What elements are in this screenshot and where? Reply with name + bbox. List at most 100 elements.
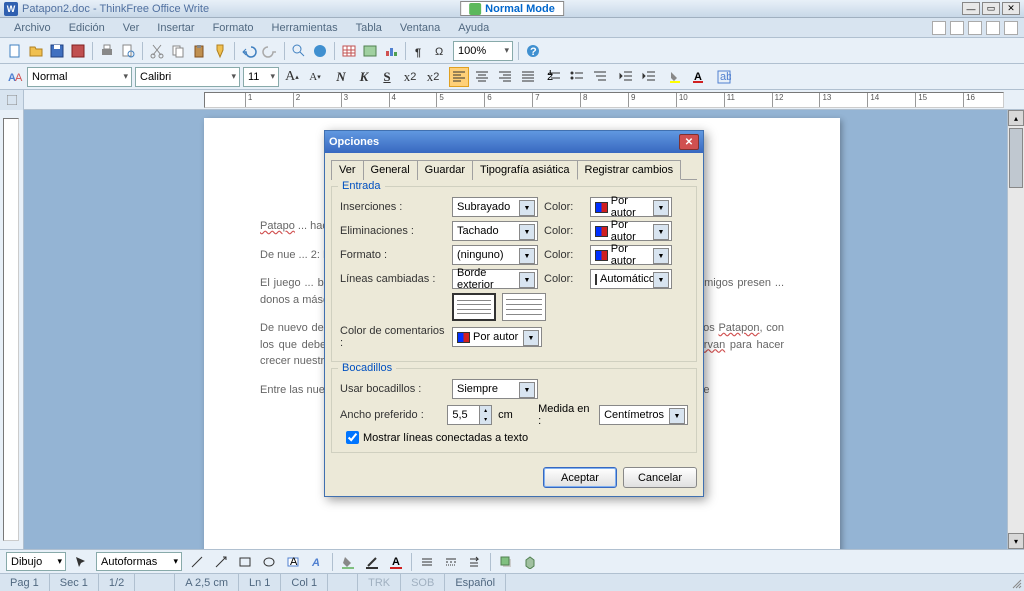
ancho-spinner[interactable]: 5,5▴▾ bbox=[447, 405, 492, 425]
scroll-up-button[interactable]: ▴ bbox=[1008, 110, 1024, 126]
ruler-scale[interactable]: 1 2 3 4 5 6 7 8 9 10 11 12 13 14 15 16 bbox=[204, 92, 1004, 108]
line-color-icon[interactable] bbox=[363, 553, 381, 571]
eliminaciones-select[interactable]: Tachado bbox=[452, 221, 538, 241]
decrease-font-icon[interactable]: A▾ bbox=[305, 67, 325, 87]
view-mode-5[interactable] bbox=[1004, 21, 1018, 35]
font-color-button[interactable]: A bbox=[688, 67, 708, 87]
paragraph-marks-icon[interactable]: ¶ bbox=[411, 42, 429, 60]
line-width-icon[interactable] bbox=[418, 553, 436, 571]
cancel-button[interactable]: Cancelar bbox=[623, 467, 697, 488]
close-button[interactable]: ✕ bbox=[1002, 2, 1020, 15]
dibujo-select[interactable]: Dibujo bbox=[6, 552, 66, 571]
menu-ventana[interactable]: Ventana bbox=[392, 20, 448, 36]
comentarios-color-select[interactable]: Por autor bbox=[452, 327, 542, 347]
superscript-button[interactable]: x2 bbox=[400, 67, 420, 87]
tab-general[interactable]: General bbox=[363, 160, 418, 180]
highlight-color-button[interactable] bbox=[665, 67, 685, 87]
menu-formato[interactable]: Formato bbox=[205, 20, 262, 36]
formato-color-select[interactable]: Por autor bbox=[590, 245, 672, 265]
menu-herramientas[interactable]: Herramientas bbox=[264, 20, 346, 36]
status-sob[interactable]: SOB bbox=[401, 574, 445, 591]
dialog-close-button[interactable]: ✕ bbox=[679, 134, 699, 150]
font-color-icon[interactable]: A bbox=[387, 553, 405, 571]
line-style-icon[interactable] bbox=[442, 553, 460, 571]
rect-shape-icon[interactable] bbox=[236, 553, 254, 571]
multilevel-list-button[interactable] bbox=[590, 67, 610, 87]
dialog-titlebar[interactable]: Opciones ✕ bbox=[325, 131, 703, 153]
help-icon[interactable]: ? bbox=[524, 42, 542, 60]
formato-select[interactable]: (ninguno) bbox=[452, 245, 538, 265]
cut-icon[interactable] bbox=[148, 42, 166, 60]
print-icon[interactable] bbox=[98, 42, 116, 60]
copy-icon[interactable] bbox=[169, 42, 187, 60]
char-format-button[interactable]: abc bbox=[714, 67, 734, 87]
style-select[interactable]: Normal bbox=[27, 67, 132, 87]
paste-icon[interactable] bbox=[190, 42, 208, 60]
inserciones-select[interactable]: Subrayado bbox=[452, 197, 538, 217]
tab-guardar[interactable]: Guardar bbox=[417, 160, 473, 180]
shadow-icon[interactable] bbox=[497, 553, 515, 571]
minimize-button[interactable]: — bbox=[962, 2, 980, 15]
format-painter-icon[interactable] bbox=[211, 42, 229, 60]
scroll-thumb[interactable] bbox=[1009, 128, 1023, 188]
font-size-select[interactable]: 11 bbox=[243, 67, 279, 87]
bold-button[interactable]: N bbox=[331, 67, 351, 87]
zoom-select[interactable]: 100% bbox=[453, 41, 513, 61]
menu-archivo[interactable]: Archivo bbox=[6, 20, 59, 36]
hyperlink-icon[interactable] bbox=[311, 42, 329, 60]
tab-registrar-cambios[interactable]: Registrar cambios bbox=[577, 160, 682, 180]
inserciones-color-select[interactable]: Por autor bbox=[590, 197, 672, 217]
bullet-list-button[interactable] bbox=[567, 67, 587, 87]
preview-right-border[interactable] bbox=[502, 293, 546, 321]
view-mode-4[interactable] bbox=[986, 21, 1000, 35]
arrow-style-icon[interactable] bbox=[466, 553, 484, 571]
align-justify-button[interactable] bbox=[518, 67, 538, 87]
menu-ayuda[interactable]: Ayuda bbox=[450, 20, 497, 36]
save-as-icon[interactable] bbox=[69, 42, 87, 60]
insert-chart-icon[interactable] bbox=[382, 42, 400, 60]
increase-font-icon[interactable]: A▴ bbox=[282, 67, 302, 87]
align-left-button[interactable] bbox=[449, 67, 469, 87]
menu-edicion[interactable]: Edición bbox=[61, 20, 113, 36]
align-right-button[interactable] bbox=[495, 67, 515, 87]
italic-button[interactable]: K bbox=[354, 67, 374, 87]
lineas-select[interactable]: Borde exterior bbox=[452, 269, 538, 289]
print-preview-icon[interactable] bbox=[119, 42, 137, 60]
insert-table-icon[interactable] bbox=[340, 42, 358, 60]
resize-grip-icon[interactable] bbox=[1008, 575, 1024, 591]
scroll-down-button[interactable]: ▾ bbox=[1008, 533, 1024, 549]
status-language[interactable]: Español bbox=[445, 574, 506, 591]
redo-icon[interactable] bbox=[261, 42, 279, 60]
increase-indent-button[interactable] bbox=[639, 67, 659, 87]
line-shape-icon[interactable] bbox=[188, 553, 206, 571]
open-icon[interactable] bbox=[27, 42, 45, 60]
menu-tabla[interactable]: Tabla bbox=[348, 20, 390, 36]
styles-panel-icon[interactable]: AA bbox=[6, 68, 24, 86]
lineas-color-select[interactable]: Automático bbox=[590, 269, 672, 289]
view-mode-1[interactable] bbox=[932, 21, 946, 35]
find-icon[interactable] bbox=[290, 42, 308, 60]
medida-select[interactable]: Centímetros bbox=[599, 405, 688, 425]
eliminaciones-color-select[interactable]: Por autor bbox=[590, 221, 672, 241]
fill-color-icon[interactable] bbox=[339, 553, 357, 571]
wordart-icon[interactable]: A bbox=[308, 553, 326, 571]
vertical-scrollbar[interactable]: ▴ ▾ bbox=[1007, 110, 1024, 549]
underline-button[interactable]: S bbox=[377, 67, 397, 87]
status-trk[interactable]: TRK bbox=[358, 574, 401, 591]
textbox-icon[interactable]: A bbox=[284, 553, 302, 571]
save-icon[interactable] bbox=[48, 42, 66, 60]
align-center-button[interactable] bbox=[472, 67, 492, 87]
usar-bocadillos-select[interactable]: Siempre bbox=[452, 379, 538, 399]
ok-button[interactable]: Aceptar bbox=[543, 467, 617, 488]
undo-icon[interactable] bbox=[240, 42, 258, 60]
subscript-button[interactable]: x2 bbox=[423, 67, 443, 87]
insert-image-icon[interactable] bbox=[361, 42, 379, 60]
autoformas-select[interactable]: Autoformas bbox=[96, 552, 182, 571]
font-select[interactable]: Calibri bbox=[135, 67, 240, 87]
special-char-icon[interactable]: Ω bbox=[432, 42, 450, 60]
new-doc-icon[interactable] bbox=[6, 42, 24, 60]
maximize-button[interactable]: ▭ bbox=[982, 2, 1000, 15]
numbered-list-button[interactable]: 12 bbox=[544, 67, 564, 87]
mostrar-lineas-checkbox[interactable] bbox=[346, 431, 359, 444]
oval-shape-icon[interactable] bbox=[260, 553, 278, 571]
